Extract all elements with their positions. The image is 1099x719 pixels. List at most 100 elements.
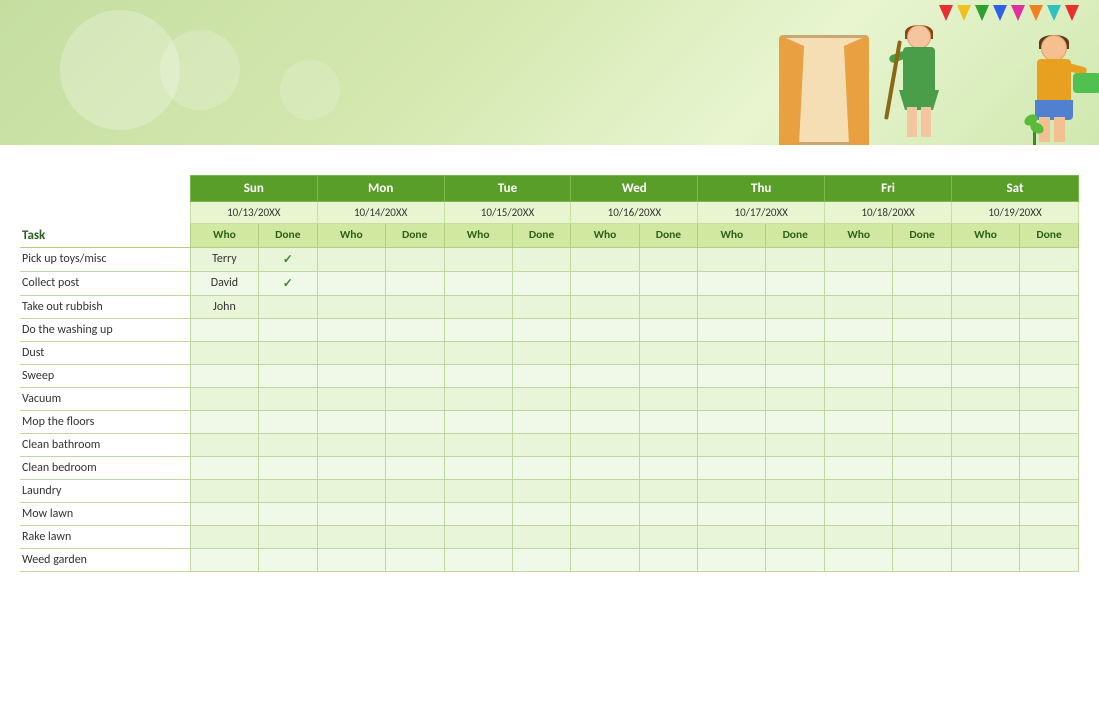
sat-who-cell[interactable]	[952, 387, 1020, 410]
sun-who-cell[interactable]	[190, 364, 258, 387]
tue-who-cell[interactable]	[444, 479, 512, 502]
sun-who-cell[interactable]	[190, 410, 258, 433]
tue-done-cell[interactable]	[512, 271, 571, 295]
tue-done-cell[interactable]	[512, 364, 571, 387]
sun-who-cell[interactable]: Terry	[190, 247, 258, 271]
tue-who-cell[interactable]	[444, 295, 512, 318]
sun-done-cell[interactable]	[258, 318, 317, 341]
fri-who-cell[interactable]	[825, 318, 893, 341]
mon-who-cell[interactable]	[317, 271, 385, 295]
sat-who-cell[interactable]	[952, 341, 1020, 364]
tue-done-cell[interactable]	[512, 387, 571, 410]
sat-who-cell[interactable]	[952, 548, 1020, 571]
thu-done-cell[interactable]	[766, 247, 825, 271]
tue-who-cell[interactable]	[444, 456, 512, 479]
mon-who-cell[interactable]	[317, 548, 385, 571]
sat-done-cell[interactable]	[1020, 364, 1079, 387]
wed-done-cell[interactable]	[639, 410, 698, 433]
fri-who-cell[interactable]	[825, 341, 893, 364]
mon-who-cell[interactable]	[317, 247, 385, 271]
sat-who-cell[interactable]	[952, 479, 1020, 502]
wed-done-cell[interactable]	[639, 433, 698, 456]
wed-who-cell[interactable]	[571, 479, 639, 502]
thu-who-cell[interactable]	[698, 387, 766, 410]
sat-who-cell[interactable]	[952, 318, 1020, 341]
thu-done-cell[interactable]	[766, 271, 825, 295]
fri-who-cell[interactable]	[825, 364, 893, 387]
sat-done-cell[interactable]	[1020, 548, 1079, 571]
mon-who-cell[interactable]	[317, 364, 385, 387]
sat-done-cell[interactable]	[1020, 318, 1079, 341]
mon-who-cell[interactable]	[317, 387, 385, 410]
fri-who-cell[interactable]	[825, 271, 893, 295]
sat-who-cell[interactable]	[952, 295, 1020, 318]
sun-who-cell[interactable]	[190, 548, 258, 571]
fri-who-cell[interactable]	[825, 247, 893, 271]
sat-done-cell[interactable]	[1020, 341, 1079, 364]
sat-done-cell[interactable]	[1020, 525, 1079, 548]
wed-who-cell[interactable]	[571, 247, 639, 271]
mon-who-cell[interactable]	[317, 341, 385, 364]
sun-done-cell[interactable]	[258, 433, 317, 456]
thu-who-cell[interactable]	[698, 433, 766, 456]
sat-who-cell[interactable]	[952, 410, 1020, 433]
mon-done-cell[interactable]	[385, 341, 444, 364]
sat-who-cell[interactable]	[952, 502, 1020, 525]
mon-done-cell[interactable]	[385, 271, 444, 295]
sun-who-cell[interactable]	[190, 502, 258, 525]
thu-who-cell[interactable]	[698, 341, 766, 364]
thu-done-cell[interactable]	[766, 410, 825, 433]
tue-done-cell[interactable]	[512, 318, 571, 341]
mon-done-cell[interactable]	[385, 479, 444, 502]
mon-done-cell[interactable]	[385, 295, 444, 318]
fri-done-cell[interactable]	[893, 247, 952, 271]
mon-done-cell[interactable]	[385, 456, 444, 479]
sun-who-cell[interactable]	[190, 456, 258, 479]
sun-done-cell[interactable]	[258, 525, 317, 548]
wed-who-cell[interactable]	[571, 295, 639, 318]
wed-done-cell[interactable]	[639, 271, 698, 295]
wed-done-cell[interactable]	[639, 479, 698, 502]
sat-done-cell[interactable]	[1020, 456, 1079, 479]
thu-done-cell[interactable]	[766, 433, 825, 456]
sat-done-cell[interactable]	[1020, 433, 1079, 456]
mon-done-cell[interactable]	[385, 387, 444, 410]
thu-who-cell[interactable]	[698, 525, 766, 548]
tue-done-cell[interactable]	[512, 433, 571, 456]
sat-who-cell[interactable]	[952, 247, 1020, 271]
sun-who-cell[interactable]	[190, 479, 258, 502]
tue-done-cell[interactable]	[512, 295, 571, 318]
mon-who-cell[interactable]	[317, 433, 385, 456]
thu-done-cell[interactable]	[766, 295, 825, 318]
tue-who-cell[interactable]	[444, 364, 512, 387]
sun-done-cell[interactable]	[258, 548, 317, 571]
fri-done-cell[interactable]	[893, 433, 952, 456]
fri-who-cell[interactable]	[825, 548, 893, 571]
fri-done-cell[interactable]	[893, 410, 952, 433]
sun-who-cell[interactable]	[190, 387, 258, 410]
sat-who-cell[interactable]	[952, 433, 1020, 456]
wed-who-cell[interactable]	[571, 364, 639, 387]
fri-done-cell[interactable]	[893, 341, 952, 364]
sun-who-cell[interactable]	[190, 525, 258, 548]
fri-who-cell[interactable]	[825, 410, 893, 433]
tue-who-cell[interactable]	[444, 341, 512, 364]
sun-who-cell[interactable]: David	[190, 271, 258, 295]
mon-who-cell[interactable]	[317, 525, 385, 548]
sat-who-cell[interactable]	[952, 456, 1020, 479]
wed-done-cell[interactable]	[639, 295, 698, 318]
wed-who-cell[interactable]	[571, 387, 639, 410]
mon-who-cell[interactable]	[317, 502, 385, 525]
thu-done-cell[interactable]	[766, 525, 825, 548]
fri-who-cell[interactable]	[825, 387, 893, 410]
thu-who-cell[interactable]	[698, 271, 766, 295]
wed-done-cell[interactable]	[639, 525, 698, 548]
mon-done-cell[interactable]	[385, 410, 444, 433]
thu-who-cell[interactable]	[698, 364, 766, 387]
mon-done-cell[interactable]	[385, 247, 444, 271]
sat-done-cell[interactable]	[1020, 410, 1079, 433]
thu-done-cell[interactable]	[766, 548, 825, 571]
tue-who-cell[interactable]	[444, 387, 512, 410]
tue-done-cell[interactable]	[512, 525, 571, 548]
tue-done-cell[interactable]	[512, 456, 571, 479]
